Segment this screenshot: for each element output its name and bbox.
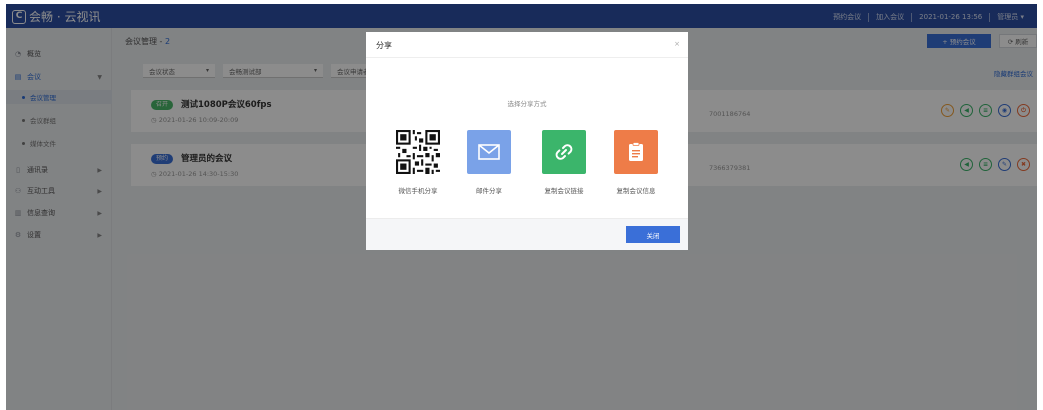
- dialog-title: 分享: [376, 41, 392, 50]
- share-option-label: 复制会议信息: [616, 187, 656, 195]
- dialog-subtitle: 选择分享方式: [507, 100, 547, 108]
- close-button[interactable]: 关闭: [626, 226, 680, 243]
- close-icon[interactable]: ×: [674, 40, 680, 48]
- dialog-header: 分享 ×: [366, 32, 688, 58]
- share-option-label: 邮件分享: [476, 187, 502, 195]
- qr-code-icon: [396, 130, 440, 174]
- share-option-copy-link[interactable]: 复制会议链接: [529, 130, 599, 195]
- share-option-label: 微信手机分享: [398, 187, 438, 195]
- share-option-copy-info[interactable]: 复制会议信息: [601, 130, 671, 195]
- share-option-wechat[interactable]: 微信手机分享: [383, 130, 453, 195]
- share-option-label: 复制会议链接: [544, 187, 584, 195]
- document-icon: [614, 130, 658, 174]
- share-option-mail[interactable]: 邮件分享: [454, 130, 524, 195]
- share-dialog: 分享 × 选择分享方式 微信手机分享 邮件分享 复制会议链接 复制会议信息 关闭: [366, 32, 688, 250]
- dialog-footer: 关闭: [366, 218, 688, 250]
- mail-icon: [467, 130, 511, 174]
- link-icon: [542, 130, 586, 174]
